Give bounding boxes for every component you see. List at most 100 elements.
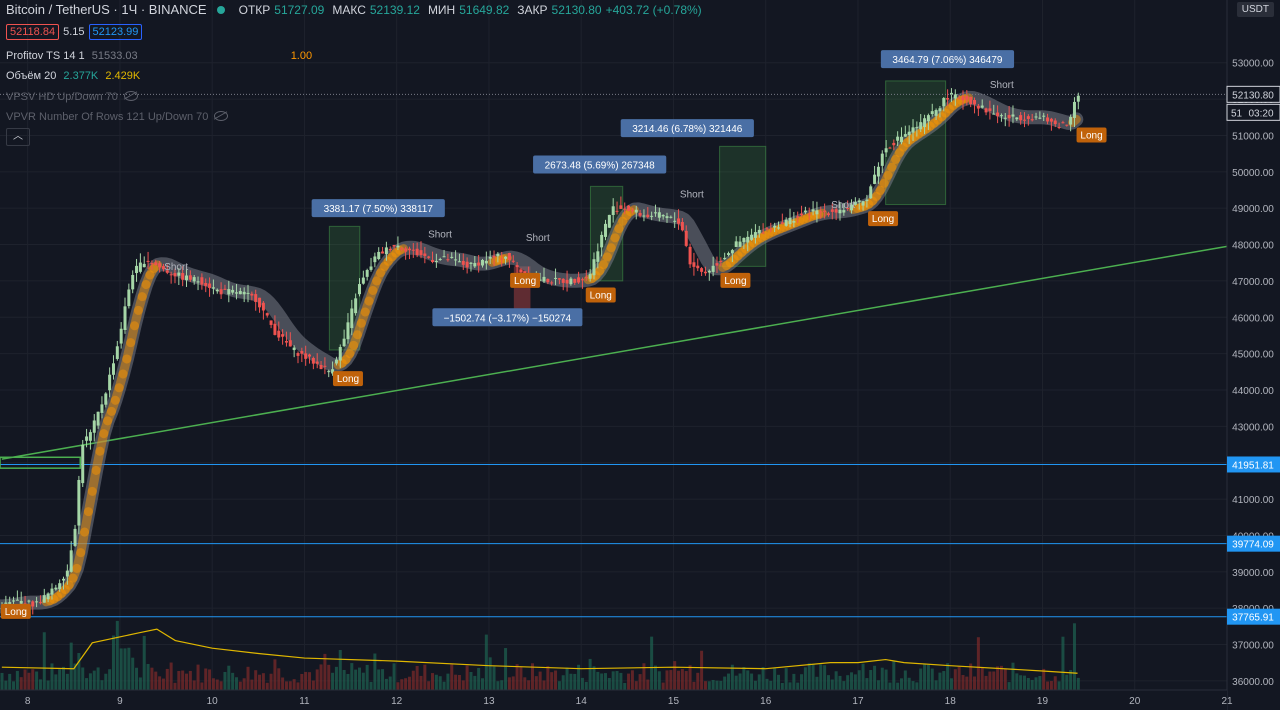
candle-body bbox=[181, 273, 185, 280]
volume-bar bbox=[861, 663, 865, 690]
volume-bar bbox=[131, 657, 135, 690]
candle-body bbox=[973, 100, 977, 105]
short-signal-label: Short bbox=[680, 189, 704, 200]
volume-bar bbox=[311, 680, 315, 690]
candle-body bbox=[323, 365, 327, 367]
volume-bar bbox=[361, 672, 365, 690]
indicator-vpvr[interactable]: VPVR Number Of Rows 121 Up/Down 70 bbox=[6, 110, 229, 123]
candle-body bbox=[457, 261, 461, 263]
candle-body bbox=[123, 306, 127, 330]
candle-body bbox=[592, 259, 596, 276]
long-signal-label: Long bbox=[590, 290, 612, 301]
hidden-eye-icon[interactable] bbox=[214, 111, 229, 121]
volume-bar bbox=[661, 682, 665, 690]
currency-badge[interactable]: USDT bbox=[1236, 2, 1274, 17]
volume-bar bbox=[388, 676, 392, 690]
candle-body bbox=[680, 222, 684, 231]
hidden-eye-icon[interactable] bbox=[123, 91, 138, 101]
volume-bar bbox=[692, 681, 696, 690]
candle-body bbox=[319, 364, 323, 370]
volume-bar bbox=[919, 668, 923, 690]
x-tick-label: 20 bbox=[1129, 696, 1141, 707]
volume-bar bbox=[988, 671, 992, 690]
volume-bar bbox=[158, 676, 162, 690]
candle-body bbox=[784, 219, 788, 226]
volume-bar bbox=[404, 678, 408, 690]
volume-bar bbox=[823, 665, 827, 690]
candle-body bbox=[1019, 115, 1023, 121]
volume-bar bbox=[819, 664, 823, 690]
volume-bar bbox=[242, 678, 246, 690]
candle-body bbox=[300, 351, 304, 354]
volume-bar bbox=[350, 663, 354, 690]
volume-bar bbox=[0, 672, 4, 690]
buy-button[interactable]: 52123.99 bbox=[88, 24, 143, 40]
volume-bar bbox=[227, 665, 231, 690]
volume-bar bbox=[173, 682, 177, 690]
horizontal-levels[interactable]: 41951.81 39774.09 37765.91 bbox=[0, 456, 1280, 625]
sell-button[interactable]: 52118.84 bbox=[6, 24, 60, 40]
volume-bar bbox=[826, 675, 830, 690]
candle-body bbox=[258, 297, 262, 308]
volume-bar bbox=[211, 678, 215, 690]
candle-body bbox=[607, 214, 611, 228]
candle-body bbox=[288, 340, 292, 347]
candle-body bbox=[1069, 116, 1073, 125]
volume-bar bbox=[23, 669, 27, 690]
trade-result-text: 3214.46 (6.78%) 321446 bbox=[632, 124, 743, 135]
collapse-legend-button[interactable]: ︿ bbox=[6, 128, 30, 146]
indicator-vpsv[interactable]: VPSV HD Up/Down 70 bbox=[6, 90, 138, 103]
candle-body bbox=[361, 277, 365, 284]
volume-bar bbox=[457, 674, 461, 690]
candle-body bbox=[196, 281, 200, 283]
candle-body bbox=[373, 256, 377, 263]
volume-bar bbox=[54, 674, 58, 690]
candle-body bbox=[650, 215, 654, 217]
volume-bar bbox=[915, 682, 919, 690]
volume-bar bbox=[684, 671, 688, 690]
volume-bar bbox=[534, 676, 538, 690]
price-chart[interactable]: 41951.81 39774.09 37765.91 Long Short Long Sh… bbox=[0, 0, 1280, 710]
candle-body bbox=[696, 265, 700, 269]
candle-body bbox=[546, 278, 550, 283]
indicator-value: 2.429K bbox=[105, 70, 141, 82]
candle-body bbox=[1015, 117, 1019, 120]
candle-body bbox=[496, 253, 500, 257]
candle-body bbox=[227, 289, 231, 295]
y-tick-label: 49000.00 bbox=[1232, 204, 1274, 215]
volume-bar bbox=[873, 665, 877, 690]
indicator-value: 1.00 bbox=[290, 50, 313, 62]
candle-body bbox=[138, 262, 142, 272]
volume-bar bbox=[261, 673, 265, 690]
indicator-profitov[interactable]: Profitov TS 14 1 51533.03 1.00 bbox=[6, 50, 312, 62]
candle-body bbox=[807, 214, 811, 216]
volume-bar bbox=[188, 670, 192, 690]
y-tick-label: 36000.00 bbox=[1232, 677, 1274, 688]
indicator-name: VPVR Number Of Rows 121 Up/Down 70 bbox=[6, 111, 209, 123]
candle-body bbox=[611, 206, 615, 215]
ribbon-up-segment bbox=[149, 260, 163, 273]
volume-bar bbox=[208, 669, 212, 690]
candle-body bbox=[711, 265, 715, 272]
candle-body bbox=[803, 210, 807, 213]
candle-body bbox=[31, 601, 35, 607]
candle-body bbox=[753, 232, 757, 238]
volume-bar bbox=[1057, 681, 1061, 690]
volume-bar bbox=[108, 669, 112, 690]
volume-bar bbox=[407, 676, 411, 690]
volume-bar bbox=[592, 666, 596, 690]
volume-bar bbox=[415, 665, 419, 690]
y-tick-label: 44000.00 bbox=[1232, 386, 1274, 397]
candle-body bbox=[1011, 114, 1015, 117]
volume-bar bbox=[12, 681, 16, 690]
candle-body bbox=[1038, 117, 1042, 119]
candle-body bbox=[158, 263, 162, 268]
volume-bar bbox=[434, 674, 438, 690]
symbol-title[interactable]: Bitcoin / TetherUS · 1Ч · BINANCE bbox=[6, 2, 207, 17]
candle-body bbox=[946, 98, 950, 100]
volume-bar bbox=[615, 670, 619, 690]
indicator-volume[interactable]: Объём 20 2.377K 2.429K bbox=[6, 70, 140, 82]
candle-body bbox=[269, 320, 273, 325]
volume-bar bbox=[903, 670, 907, 690]
short-signal-label: Short bbox=[526, 233, 550, 244]
